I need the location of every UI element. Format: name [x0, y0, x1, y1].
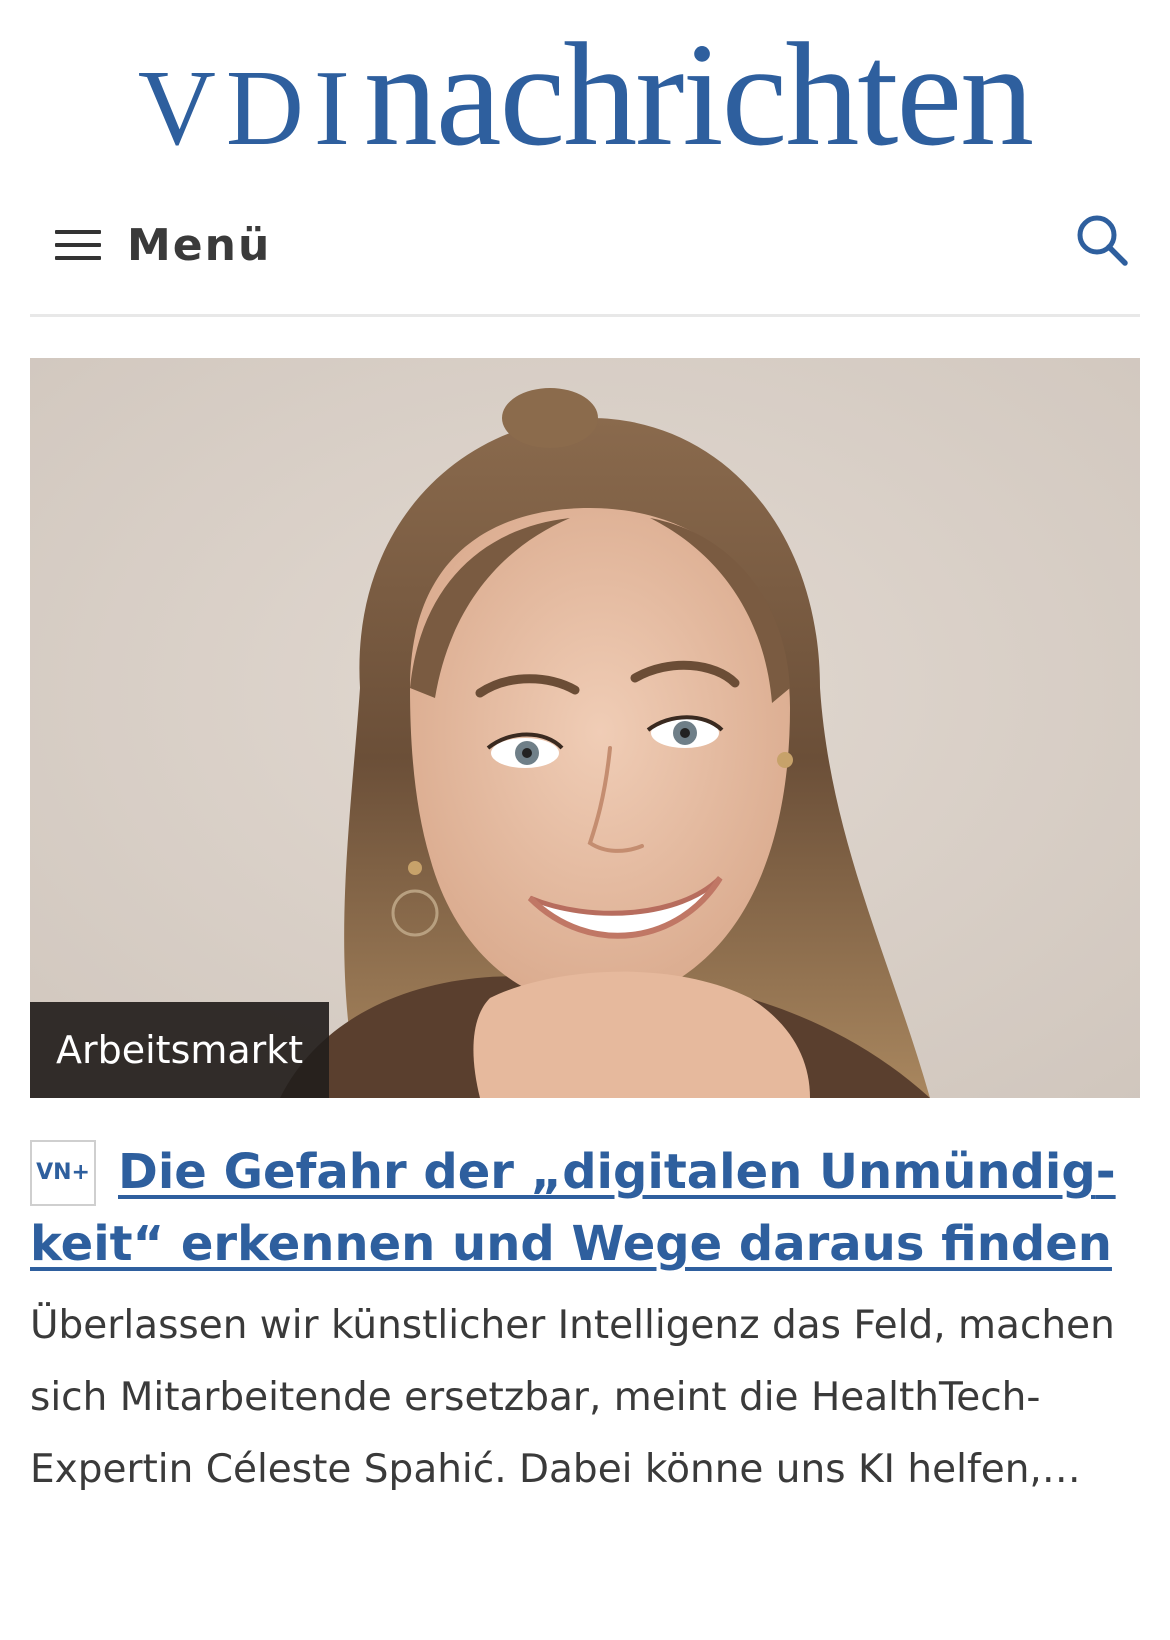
article-teaser: Überlassen wir künstlicher Intelligenz d…	[30, 1303, 1115, 1492]
article-hero-image[interactable]: Arbeitsmarkt	[30, 358, 1140, 1098]
logo-vdi: VDI	[137, 49, 360, 168]
vn-plus-badge: VN+	[30, 1140, 96, 1206]
hamburger-icon	[55, 230, 101, 260]
site-logo[interactable]: VDI nachrichten	[0, 20, 1170, 170]
portrait-illustration	[30, 358, 1140, 1098]
category-badge[interactable]: Arbeitsmarkt	[30, 1002, 330, 1098]
nav-divider	[30, 314, 1140, 317]
search-icon[interactable]	[1074, 212, 1130, 268]
logo-nachrichten: nachrichten	[363, 13, 1034, 177]
article-headline-link[interactable]: Die Gefahr der „digitalen Unmündig­keit“…	[30, 1144, 1116, 1272]
menu-label: Menü	[127, 219, 272, 271]
article-headline: VN+ Die Gefahr der „digitalen Unmündig­ke…	[30, 1136, 1140, 1280]
top-navigation: Menü	[30, 200, 1140, 290]
menu-button[interactable]: Menü	[55, 215, 271, 275]
article-headline-block: VN+ Die Gefahr der „digitalen Unmündig­ke…	[30, 1136, 1140, 1280]
